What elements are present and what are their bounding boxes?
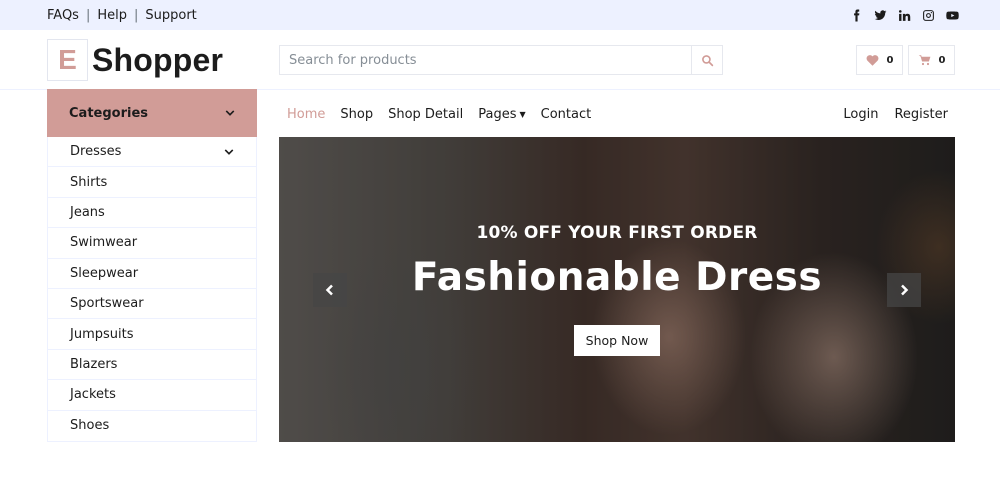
youtube-icon[interactable]: [945, 8, 959, 22]
category-label: Swimwear: [70, 235, 138, 251]
wishlist-count: 0: [886, 54, 894, 66]
heart-icon: [866, 55, 878, 66]
category-item[interactable]: Swimwear: [48, 228, 256, 259]
category-item[interactable]: Jeans: [48, 198, 256, 229]
carousel-next-button[interactable]: [887, 273, 921, 307]
twitter-icon[interactable]: [873, 8, 887, 22]
carousel-prev-button[interactable]: [313, 273, 347, 307]
social-links: [849, 0, 959, 30]
category-label: Dresses: [70, 144, 122, 160]
category-item[interactable]: Sportswear: [48, 289, 256, 320]
separator: |: [85, 7, 91, 23]
search-bar: [279, 45, 723, 75]
register-link[interactable]: Register: [894, 107, 948, 122]
categories-title: Categories: [69, 105, 149, 121]
chevron-down-icon: [225, 110, 235, 116]
hero-subtitle: 10% OFF YOUR FIRST ORDER: [476, 223, 758, 243]
instagram-icon[interactable]: [921, 8, 935, 22]
nav-home[interactable]: Home: [287, 107, 325, 122]
nav-pages[interactable]: Pages ▼: [478, 107, 525, 122]
search-icon: [701, 54, 713, 66]
hero-carousel: 10% OFF YOUR FIRST ORDER Fashionable Dre…: [279, 137, 955, 442]
category-item[interactable]: Jackets: [48, 380, 256, 411]
category-label: Jeans: [70, 204, 105, 220]
category-item[interactable]: Shirts: [48, 167, 256, 198]
main-nav: Home Shop Shop Detail Pages ▼ Contact: [287, 104, 591, 124]
categories-toggle[interactable]: Categories: [47, 89, 257, 137]
category-item[interactable]: Sleepwear: [48, 259, 256, 289]
help-link[interactable]: Help: [97, 8, 127, 23]
chevron-left-icon: [325, 284, 333, 296]
category-item[interactable]: Shoes: [48, 411, 256, 441]
faqs-link[interactable]: FAQs: [47, 8, 79, 23]
account-links: Login Register: [843, 104, 948, 124]
logo[interactable]: E Shopper: [47, 39, 223, 81]
category-item[interactable]: Blazers: [48, 350, 256, 381]
caret-down-icon: ▼: [519, 109, 526, 119]
category-label: Sportswear: [70, 296, 144, 312]
top-links: FAQs | Help | Support: [47, 0, 197, 30]
facebook-icon[interactable]: [849, 8, 863, 22]
wishlist-button[interactable]: 0: [856, 45, 903, 75]
category-label: Shirts: [70, 174, 108, 190]
cart-icon: [917, 55, 930, 66]
hero-title: Fashionable Dress: [411, 255, 823, 300]
chevron-right-icon: [901, 284, 909, 296]
separator: |: [134, 7, 139, 23]
category-label: Shoes: [70, 418, 110, 434]
categories-list: Dresses Shirts Jeans Swimwear Sleepwear …: [47, 137, 257, 442]
nav-contact[interactable]: Contact: [541, 107, 592, 122]
shop-now-button[interactable]: Shop Now: [574, 325, 660, 356]
category-label: Sleepwear: [70, 265, 139, 281]
search-input[interactable]: [280, 46, 691, 74]
logo-letter: E: [47, 39, 88, 81]
linkedin-icon[interactable]: [897, 8, 911, 22]
nav-pages-label: Pages: [478, 106, 517, 122]
category-item[interactable]: Jumpsuits: [48, 319, 256, 350]
category-label: Blazers: [70, 356, 118, 372]
category-label: Jumpsuits: [70, 326, 134, 342]
category-item[interactable]: Dresses: [48, 137, 256, 168]
cart-button[interactable]: 0: [908, 45, 955, 75]
login-link[interactable]: Login: [843, 107, 878, 122]
support-link[interactable]: Support: [145, 8, 196, 23]
top-bar: FAQs | Help | Support: [0, 0, 1000, 30]
chevron-down-icon: [224, 149, 234, 155]
nav-shop[interactable]: Shop: [340, 107, 373, 122]
cart-count: 0: [938, 54, 946, 66]
search-button[interactable]: [691, 46, 722, 74]
logo-text: Shopper: [92, 41, 224, 78]
category-label: Jackets: [70, 387, 116, 403]
nav-shop-detail[interactable]: Shop Detail: [388, 107, 463, 122]
